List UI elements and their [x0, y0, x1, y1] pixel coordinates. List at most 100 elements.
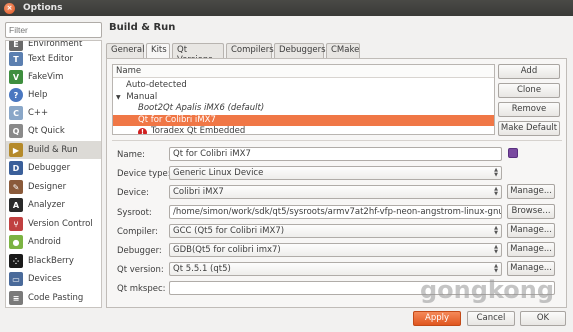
manage-device-button[interactable]: Manage...: [507, 184, 555, 199]
sidebar-item-build-run[interactable]: ▶ Build & Run: [6, 141, 101, 159]
device-label: Device:: [117, 188, 149, 198]
sysroot-field[interactable]: /home/simon/work/sdk/qt5/sysroots/armv7a…: [169, 205, 502, 219]
sidebar-item-label: Android: [28, 237, 61, 247]
tab-general[interactable]: General: [106, 43, 145, 58]
sidebar-item-label: Version Control: [28, 219, 93, 229]
apply-button[interactable]: Apply: [413, 311, 461, 326]
combo-arrows-icon: ▲ ▼: [494, 263, 498, 274]
icon-picker-icon[interactable]: [508, 148, 518, 158]
manage-qt-version-button[interactable]: Manage...: [507, 261, 555, 276]
sidebar-item-analyzer[interactable]: A Analyzer: [6, 196, 101, 214]
combo-arrows-icon: ▲ ▼: [494, 244, 498, 255]
tree-item-boot2qt[interactable]: Boot2Qt Apalis iMX6 (default): [113, 103, 494, 115]
tree-column-header[interactable]: Name: [113, 65, 494, 78]
sidebar-item-devices[interactable]: ▭ Devices: [6, 270, 101, 288]
debugger-label: Debugger:: [117, 246, 162, 256]
device-type-value: Generic Linux Device: [173, 168, 264, 178]
sidebar-item-label: Designer: [28, 182, 67, 192]
manage-compiler-button[interactable]: Manage...: [507, 223, 555, 238]
tree-item-toradex[interactable]: ! Toradex Qt Embedded: [113, 126, 494, 135]
add-button[interactable]: Add: [498, 64, 560, 79]
tab-cmake[interactable]: CMake: [326, 43, 360, 58]
sidebar-item-code-pasting[interactable]: ≡ Code Pasting: [6, 289, 101, 307]
title-bar: × Options: [0, 0, 573, 16]
combo-arrows-icon: ▲ ▼: [494, 225, 498, 236]
cancel-button[interactable]: Cancel: [467, 311, 515, 326]
debugger-combo[interactable]: GDB(Qt5 for colibri imx7) ▲ ▼: [169, 243, 502, 257]
sidebar-item-label: Help: [28, 90, 48, 100]
filter-input[interactable]: [5, 22, 102, 38]
sidebar-item-cpp[interactable]: C C++: [6, 104, 101, 122]
tree-item-label: Toradex Qt Embedded: [151, 126, 246, 135]
version-control-icon: ⑂: [9, 217, 23, 231]
close-icon[interactable]: ×: [4, 2, 15, 14]
sidebar-item-label: FakeVim: [28, 72, 64, 82]
sidebar: E Environment T Text Editor V FakeVim ? …: [5, 40, 102, 308]
sidebar-item-fakevim[interactable]: V FakeVim: [6, 68, 101, 86]
android-icon: ●: [9, 235, 23, 249]
sidebar-item-label: Qt Quick: [28, 126, 65, 136]
compiler-label: Compiler:: [117, 227, 158, 237]
sidebar-item-label: Code Pasting: [28, 293, 84, 303]
expand-arrow-icon[interactable]: ▼: [116, 94, 121, 101]
sidebar-item-version-control[interactable]: ⑂ Version Control: [6, 215, 101, 233]
cpp-icon: C: [9, 106, 23, 120]
combo-arrows-icon: ▲ ▼: [494, 167, 498, 178]
tree-item-label: Manual: [126, 91, 158, 102]
page-title: Build & Run: [109, 22, 176, 33]
sidebar-item-debugger[interactable]: D Debugger: [6, 159, 101, 177]
make-default-button[interactable]: Make Default: [498, 121, 560, 136]
ok-button[interactable]: OK: [520, 311, 566, 326]
remove-button[interactable]: Remove: [498, 102, 560, 117]
kits-tree[interactable]: Name Auto-detected ▼ Manual Boot2Qt Apal…: [112, 64, 495, 135]
tab-compilers[interactable]: Compilers: [226, 43, 274, 58]
sidebar-item-label: C++: [28, 108, 49, 118]
qt-quick-icon: Q: [9, 124, 23, 138]
sidebar-item-label: Environment: [28, 40, 83, 49]
device-combo[interactable]: Colibri iMX7 ▲ ▼: [169, 185, 502, 199]
qt-mkspec-label: Qt mkspec:: [117, 284, 166, 294]
tab-qt-versions[interactable]: Qt Versions: [172, 43, 224, 65]
sidebar-item-label: Build & Run: [28, 145, 78, 155]
tab-kits[interactable]: Kits: [146, 43, 170, 59]
devices-icon: ▭: [9, 272, 23, 286]
sidebar-item-label: Debugger: [28, 163, 71, 173]
sidebar-item-blackberry[interactable]: ⁘ BlackBerry: [6, 252, 101, 270]
tree-group-manual[interactable]: ▼ Manual: [113, 92, 494, 104]
text-editor-icon: T: [9, 52, 23, 66]
sidebar-item-text-editor[interactable]: T Text Editor: [6, 50, 101, 68]
name-field[interactable]: Qt for Colibri iMX7: [169, 147, 502, 161]
clone-button[interactable]: Clone: [498, 83, 560, 98]
tree-item-label: Qt for Colibri iMX7: [138, 114, 216, 125]
tree-group-auto-detected[interactable]: Auto-detected: [113, 80, 494, 92]
device-type-combo[interactable]: Generic Linux Device ▲ ▼: [169, 166, 502, 180]
sidebar-item-label: Text Editor: [28, 54, 74, 64]
code-pasting-icon: ≡: [9, 291, 23, 305]
sysroot-label: Sysroot:: [117, 208, 152, 218]
combo-arrows-icon: ▲ ▼: [494, 186, 498, 197]
sidebar-item-android[interactable]: ● Android: [6, 233, 101, 251]
designer-icon: ✎: [9, 180, 23, 194]
sidebar-item-label: Devices: [28, 274, 62, 284]
fakevim-icon: V: [9, 70, 23, 84]
tree-item-colibri[interactable]: Qt for Colibri iMX7: [113, 114, 494, 126]
sidebar-item-designer[interactable]: ✎ Designer: [6, 178, 101, 196]
divider: [112, 140, 562, 141]
tab-debuggers[interactable]: Debuggers: [274, 43, 326, 58]
sidebar-item-label: Analyzer: [28, 200, 65, 210]
qt-version-label: Qt version:: [117, 265, 164, 275]
sidebar-item-help[interactable]: ? Help: [6, 86, 101, 104]
compiler-combo[interactable]: GCC (Qt5 for Colibri iMX7) ▲ ▼: [169, 224, 502, 238]
tree-item-label: Auto-detected: [126, 80, 187, 90]
device-type-label: Device type:: [117, 169, 171, 179]
qt-version-combo[interactable]: Qt 5.5.1 (qt5) ▲ ▼: [169, 262, 502, 276]
manage-debugger-button[interactable]: Manage...: [507, 242, 555, 257]
device-value: Colibri iMX7: [173, 187, 224, 197]
help-icon: ?: [9, 88, 23, 102]
browse-sysroot-button[interactable]: Browse...: [507, 204, 555, 219]
compiler-value: GCC (Qt5 for Colibri iMX7): [173, 226, 285, 236]
blackberry-icon: ⁘: [9, 254, 23, 268]
sidebar-item-qt-quick[interactable]: Q Qt Quick: [6, 122, 101, 140]
error-icon: !: [138, 128, 147, 134]
tree-item-label: Boot2Qt Apalis iMX6 (default): [138, 103, 265, 113]
